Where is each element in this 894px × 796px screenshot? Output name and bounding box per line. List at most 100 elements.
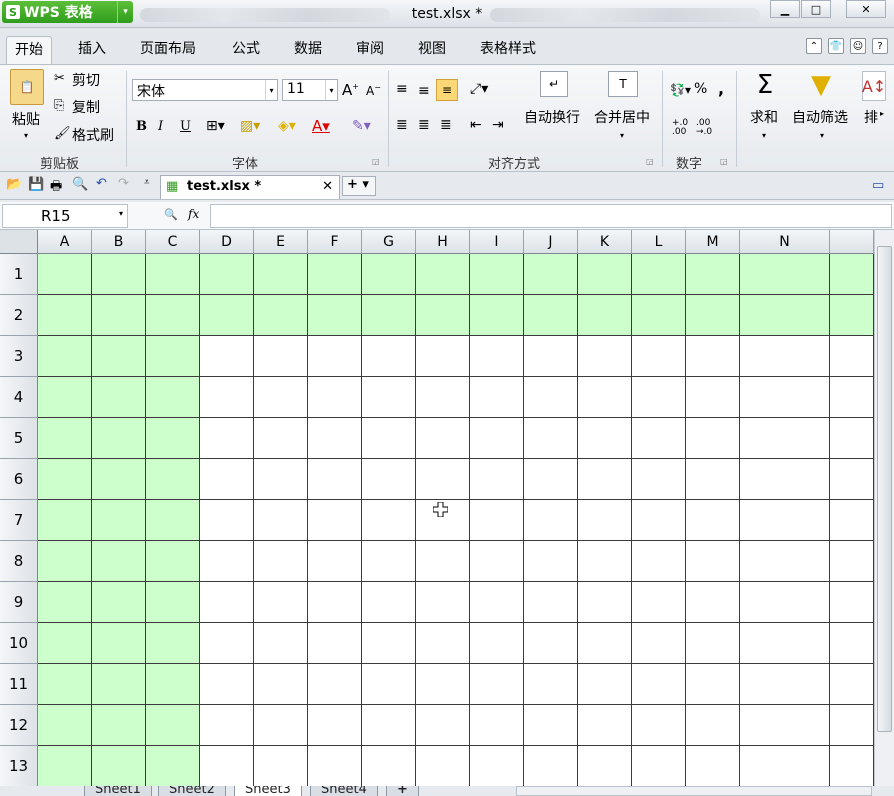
grid-cell[interactable] bbox=[38, 582, 92, 623]
grid-cell[interactable] bbox=[38, 295, 92, 336]
align-bottom-icon[interactable]: ≡ bbox=[436, 79, 458, 101]
grid-cell[interactable] bbox=[524, 295, 578, 336]
format-painter-button[interactable]: 格式刷 bbox=[72, 125, 114, 145]
tab-home[interactable]: 开始 bbox=[6, 36, 52, 64]
grid-cell[interactable] bbox=[524, 705, 578, 746]
grid-cell[interactable] bbox=[92, 664, 146, 705]
italic-button[interactable]: I bbox=[158, 119, 163, 134]
decrease-decimal-icon[interactable]: .00 →.0 bbox=[696, 119, 712, 137]
column-header-a[interactable]: A bbox=[38, 230, 92, 254]
grid-cell[interactable] bbox=[92, 459, 146, 500]
grid-cell[interactable] bbox=[200, 500, 254, 541]
grid-cell[interactable] bbox=[416, 582, 470, 623]
font-color-icon[interactable]: A▾ bbox=[312, 117, 330, 135]
column-header-i[interactable]: I bbox=[470, 230, 524, 254]
grid-cell[interactable] bbox=[632, 500, 686, 541]
user-icon[interactable]: ☺ bbox=[850, 38, 866, 54]
grid-cell[interactable] bbox=[92, 623, 146, 664]
align-top-icon[interactable]: ≡ bbox=[396, 81, 408, 97]
grid-cell[interactable] bbox=[524, 418, 578, 459]
align-left-icon[interactable]: ≣ bbox=[396, 117, 408, 133]
merge-center-icon[interactable]: T bbox=[608, 71, 638, 97]
grid-cell[interactable] bbox=[470, 664, 524, 705]
grid-cell[interactable] bbox=[146, 500, 200, 541]
grid-cell[interactable] bbox=[416, 664, 470, 705]
column-header-l[interactable]: L bbox=[632, 230, 686, 254]
dialog-launcher-icon[interactable]: ◲ bbox=[720, 157, 728, 166]
new-tab-button[interactable]: + ▾ bbox=[342, 176, 376, 196]
grid-cell[interactable] bbox=[740, 418, 830, 459]
grid-cell[interactable] bbox=[92, 582, 146, 623]
cut-button[interactable]: 剪切 bbox=[72, 70, 100, 90]
restore-ribbon-icon[interactable]: ▭ bbox=[872, 178, 884, 193]
grid-cell[interactable] bbox=[578, 295, 632, 336]
column-header-b[interactable]: B bbox=[92, 230, 146, 254]
grid-cell[interactable] bbox=[362, 664, 416, 705]
grid-cell[interactable] bbox=[524, 541, 578, 582]
chevron-down-icon[interactable]: ▾ bbox=[24, 131, 28, 140]
grid-cell[interactable] bbox=[740, 500, 830, 541]
grid-cell[interactable] bbox=[92, 746, 146, 786]
grid-cell[interactable] bbox=[686, 623, 740, 664]
grid-cell[interactable] bbox=[92, 705, 146, 746]
grid-cell[interactable] bbox=[470, 459, 524, 500]
redo-icon[interactable]: ↷ bbox=[118, 176, 129, 191]
grid-cell[interactable] bbox=[254, 377, 308, 418]
filter-icon[interactable]: ▼ bbox=[806, 69, 836, 101]
grid-cell[interactable] bbox=[524, 459, 578, 500]
sort-button[interactable]: 排 bbox=[864, 107, 878, 127]
font-name-select[interactable]: 宋体 ▾ bbox=[132, 79, 278, 101]
grid-cell[interactable] bbox=[254, 459, 308, 500]
skin-icon[interactable]: 👕 bbox=[828, 38, 844, 54]
grid-cell[interactable] bbox=[578, 336, 632, 377]
grid-cell[interactable] bbox=[38, 377, 92, 418]
grid-cell[interactable] bbox=[686, 664, 740, 705]
grid-cell[interactable] bbox=[632, 254, 686, 295]
grid-cell[interactable] bbox=[578, 623, 632, 664]
grid-cell[interactable] bbox=[200, 377, 254, 418]
chevron-down-icon[interactable]: ▾ bbox=[325, 80, 337, 100]
grid-cell[interactable] bbox=[200, 295, 254, 336]
grid-cell[interactable] bbox=[416, 705, 470, 746]
grid-cell[interactable] bbox=[578, 500, 632, 541]
tab-table-style[interactable]: 表格样式 bbox=[472, 36, 544, 64]
column-header-c[interactable]: C bbox=[146, 230, 200, 254]
wrap-text-icon[interactable]: ↵ bbox=[540, 71, 568, 97]
grid-cell[interactable] bbox=[740, 295, 830, 336]
tab-data[interactable]: 数据 bbox=[286, 36, 330, 64]
grid-cell[interactable] bbox=[578, 418, 632, 459]
dialog-launcher-icon[interactable]: ◲ bbox=[372, 157, 380, 166]
column-header-j[interactable]: J bbox=[524, 230, 578, 254]
row-header-1[interactable]: 1 bbox=[0, 254, 38, 295]
column-header-h[interactable]: H bbox=[416, 230, 470, 254]
grid-cell[interactable] bbox=[524, 746, 578, 786]
merge-center-button[interactable]: 合并居中 bbox=[594, 107, 650, 127]
grid-cell[interactable] bbox=[578, 377, 632, 418]
grid-cell[interactable] bbox=[470, 746, 524, 786]
grid-cell[interactable] bbox=[686, 705, 740, 746]
grid-cell[interactable] bbox=[830, 541, 874, 582]
column-header-f[interactable]: F bbox=[308, 230, 362, 254]
grid-cell[interactable] bbox=[146, 746, 200, 786]
grid-cell[interactable] bbox=[38, 336, 92, 377]
grid-cell[interactable] bbox=[524, 254, 578, 295]
bold-button[interactable]: B bbox=[136, 119, 147, 134]
grid-cell[interactable] bbox=[578, 705, 632, 746]
grid-cell[interactable] bbox=[308, 500, 362, 541]
grid-cell[interactable] bbox=[362, 295, 416, 336]
grid-cell[interactable] bbox=[308, 336, 362, 377]
grid-cell[interactable] bbox=[686, 746, 740, 786]
grid-cell[interactable] bbox=[308, 746, 362, 786]
row-header-12[interactable]: 12 bbox=[0, 705, 38, 746]
grid-cell[interactable] bbox=[146, 664, 200, 705]
grid-cell[interactable] bbox=[146, 705, 200, 746]
sheet-tab-3[interactable]: Sheet3 bbox=[234, 786, 302, 796]
grid-cell[interactable] bbox=[524, 336, 578, 377]
grid-cell[interactable] bbox=[92, 500, 146, 541]
grid-cell[interactable] bbox=[146, 541, 200, 582]
align-middle-icon[interactable]: ≡ bbox=[418, 83, 430, 99]
grid-cell[interactable] bbox=[632, 582, 686, 623]
grid-cell[interactable] bbox=[362, 541, 416, 582]
grid-cell[interactable] bbox=[200, 541, 254, 582]
grid-cell[interactable] bbox=[416, 336, 470, 377]
